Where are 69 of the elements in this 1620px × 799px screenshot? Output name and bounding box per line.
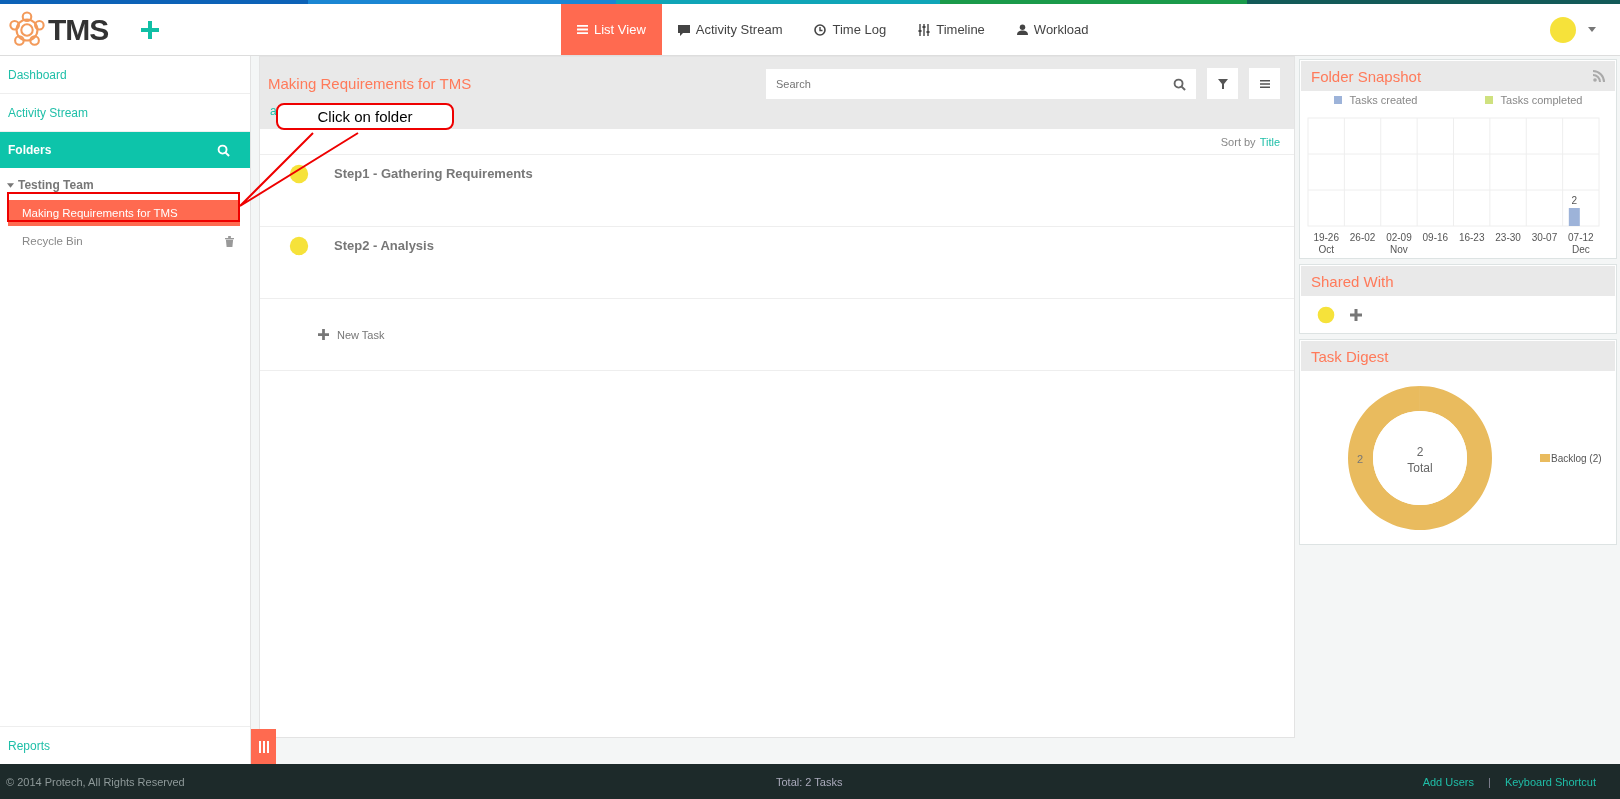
footer-link[interactable]: Add Users: [1422, 775, 1474, 788]
axis-label: 16-23: [1458, 232, 1485, 243]
folders-title: Folders: [8, 143, 52, 157]
list-icon: [577, 24, 588, 35]
clock-icon: [814, 23, 827, 36]
callout-bubble: Click on folder: [276, 103, 454, 130]
new-task-link[interactable]: New Task: [337, 328, 385, 341]
axis-label: 26-02: [1349, 232, 1376, 243]
caret-icon: [7, 182, 14, 188]
plus-icon[interactable]: [1350, 309, 1362, 321]
menu-button[interactable]: [1249, 68, 1280, 99]
total-value: 2: [1416, 445, 1424, 459]
chart-bar: [1568, 208, 1580, 226]
sliders-icon: [918, 23, 931, 36]
add-icon[interactable]: [140, 19, 161, 40]
nav-tab[interactable]: List View: [561, 4, 662, 55]
legend-item: Tasks completed: [1484, 94, 1583, 106]
total-label: Total: [1407, 461, 1433, 475]
axis-label: Nov: [1390, 244, 1408, 255]
sidebar-toggle-button[interactable]: [251, 729, 276, 764]
search-icon[interactable]: [1173, 77, 1186, 91]
nav-tab[interactable]: Time Log: [798, 4, 903, 55]
axis-label: 23-30: [1495, 232, 1521, 243]
footer-link[interactable]: Keyboard Shortcut: [1504, 775, 1596, 788]
data-label: 2: [1356, 453, 1364, 465]
axis-label: 09-16: [1422, 232, 1449, 243]
axis-label: Dec: [1571, 244, 1590, 255]
sidebar-link[interactable]: Dashboard: [0, 56, 250, 94]
bars-icon: [258, 740, 269, 753]
legend-item: Backlog (2): [1540, 452, 1602, 464]
filter-icon: [1217, 78, 1228, 89]
rss-icon[interactable]: [1593, 70, 1605, 82]
copyright-text: © 2014 Protech, All Rights Reserved: [6, 775, 186, 788]
separator: |: [1488, 775, 1491, 788]
panel-title: Task Digest: [1311, 347, 1389, 365]
trash-icon[interactable]: [225, 235, 234, 247]
axis-label: 30-07: [1531, 232, 1558, 243]
axis-label: Oct: [1318, 244, 1334, 255]
task-title[interactable]: Step2 - Analysis: [334, 238, 434, 253]
axis-label: 19-26: [1313, 232, 1339, 243]
task-title[interactable]: Step1 - Gathering Requirements: [334, 166, 533, 181]
panel-title: Folder Snapshot: [1311, 67, 1422, 85]
tree-group[interactable]: Testing Team: [0, 168, 250, 198]
data-label: 2: [1571, 195, 1578, 206]
filter-button[interactable]: [1207, 68, 1238, 99]
panel-title: Shared With: [1311, 272, 1394, 290]
caret-icon[interactable]: [1588, 27, 1596, 32]
user-icon: [1016, 24, 1028, 35]
sort-label: Sort by: [1220, 135, 1256, 148]
search-field[interactable]: Search: [766, 68, 1196, 99]
avatar-icon: [288, 163, 310, 185]
menu-icon: [1259, 78, 1270, 89]
legend-item: Tasks created: [1333, 94, 1418, 106]
nav-tab[interactable]: Timeline: [902, 4, 1001, 55]
nav-tab[interactable]: Activity Stream: [661, 4, 799, 55]
axis-label: 07-12: [1568, 232, 1594, 243]
sort-link[interactable]: Title: [1259, 135, 1280, 148]
folder-item[interactable]: Recycle Bin: [8, 228, 240, 254]
logo-icon: [8, 10, 46, 49]
axis-label: 02-09: [1386, 232, 1412, 243]
task-total: Total: 2 Tasks: [776, 775, 843, 788]
logo-text: TMS: [48, 12, 109, 47]
nav-tab[interactable]: Workload: [1000, 4, 1105, 55]
folder-title: Making Requirements for TMS: [268, 75, 473, 92]
folder-item[interactable]: Making Requirements for TMS: [8, 200, 240, 226]
legend-swatch: [1540, 454, 1550, 462]
plus-icon[interactable]: [318, 329, 329, 340]
avatar-icon: [288, 235, 310, 257]
speech-bubble-icon: [677, 23, 690, 36]
